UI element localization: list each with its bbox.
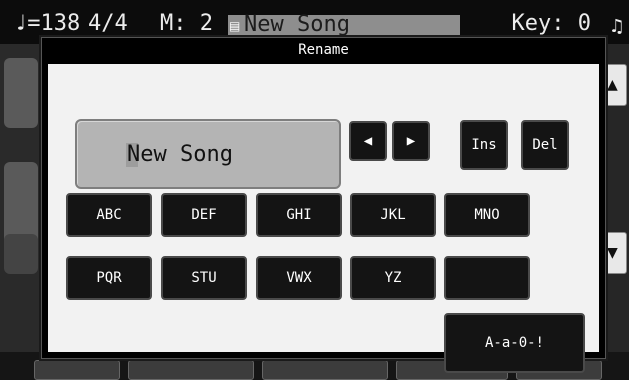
tempo-readout: ♩=138 [14,11,81,36]
name-value: New Song [127,142,233,167]
key-stu-button[interactable]: STU [161,256,247,300]
key-label: VWX [286,270,312,286]
key-label: ABC [96,207,122,223]
name-field[interactable]: New Song [75,119,341,189]
key-vwx-button[interactable]: VWX [256,256,342,300]
music-notes-icon: ♫ [608,16,625,37]
key-label: YZ [384,270,402,286]
arrow-right-icon: ▶ [406,133,416,149]
scroll-up-icon: ▲ [607,77,618,93]
bottom-tab[interactable] [128,360,254,380]
key-def-button[interactable]: DEF [161,193,247,237]
key-mno-button[interactable]: MNO [444,193,530,237]
measure-readout: M: 2 [160,11,213,36]
delete-label: Del [532,137,558,153]
dialog-title: Rename [42,38,605,62]
key-label: DEF [191,207,217,223]
key-pqr-button[interactable]: PQR [66,256,152,300]
key-label: MNO [474,207,500,223]
character-mode-button[interactable]: A-a-0-! [444,313,585,373]
insert-button[interactable]: Ins [460,120,508,170]
key-jkl-button[interactable]: JKL [350,193,436,237]
key-label: JKL [380,207,406,223]
song-title: New Song [244,12,350,37]
cursor-right-button[interactable]: ▶ [392,121,430,161]
key-label: GHI [286,207,312,223]
cursor-left-button[interactable]: ◀ [349,121,387,161]
screen: ♩=138 4/4 M: 2 ▤ New Song Key: 0 ♫ ▲ ▼ R… [0,0,629,380]
background-strip [4,58,38,128]
scroll-up-button[interactable]: ▲ [603,64,627,106]
key-readout: Key: 0 [511,11,591,36]
key-abc-button[interactable]: ABC [66,193,152,237]
scroll-down-icon: ▼ [607,245,618,261]
key-label: STU [191,270,217,286]
scroll-down-button[interactable]: ▼ [603,232,627,274]
time-signature-readout: 4/4 [88,11,128,36]
key-yz-button[interactable]: YZ [350,256,436,300]
background-left-panel [0,44,44,380]
background-strip [4,234,38,274]
rename-dialog: Rename New Song ◀ ▶ Ins Del ABC DEF GHI … [41,37,606,373]
key-label: PQR [96,270,122,286]
bottom-tab[interactable] [34,360,120,380]
character-mode-label: A-a-0-! [484,335,544,351]
key-ghi-button[interactable]: GHI [256,193,342,237]
bottom-tab[interactable] [262,360,388,380]
delete-button[interactable]: Del [521,120,569,170]
dialog-body: New Song ◀ ▶ Ins Del ABC DEF GHI JKL MNO… [48,64,599,373]
key-blank-button[interactable] [444,256,530,300]
song-file-icon: ▤ [229,19,241,33]
insert-label: Ins [471,137,497,153]
arrow-left-icon: ◀ [363,133,373,149]
